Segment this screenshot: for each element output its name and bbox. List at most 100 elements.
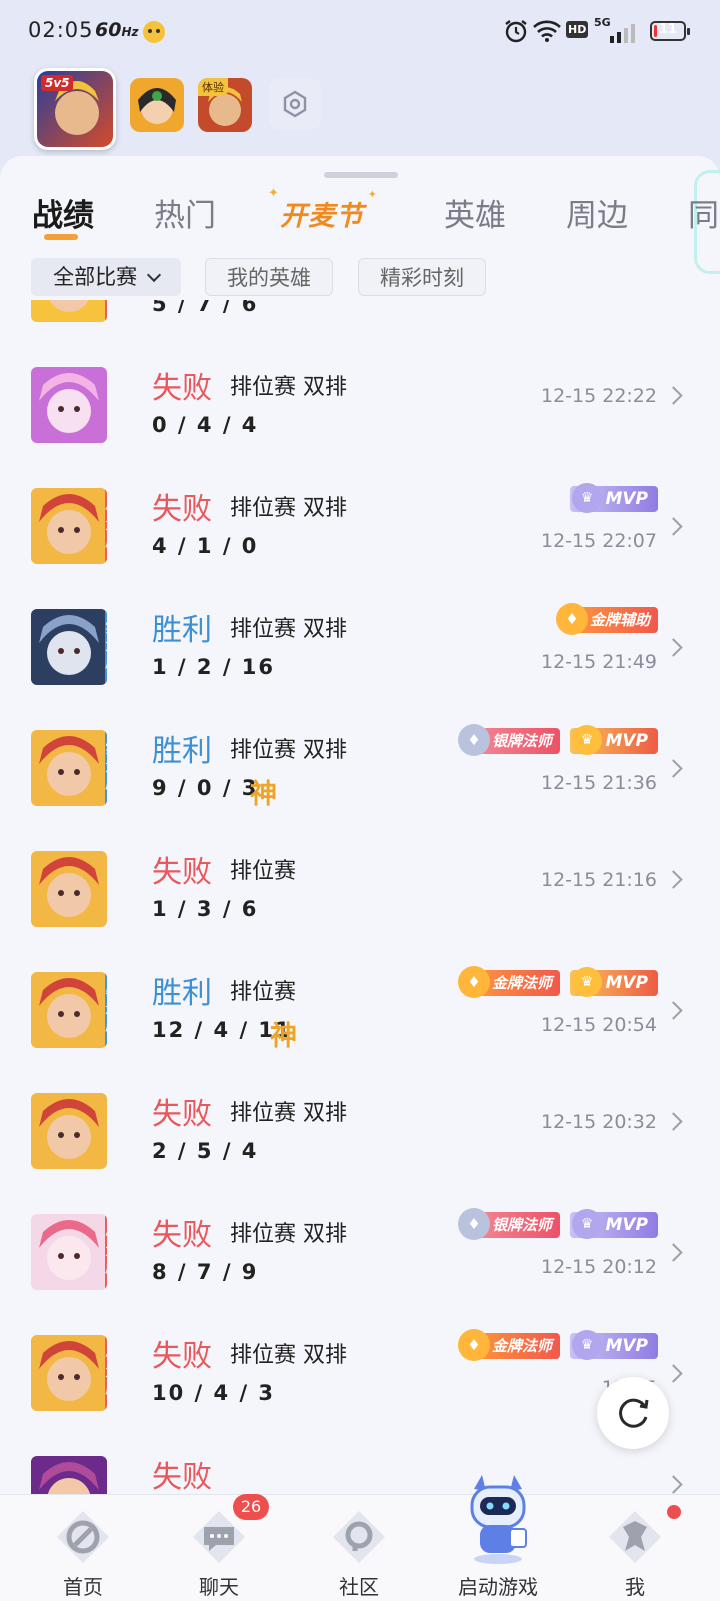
nav-community[interactable]: 社区 xyxy=(289,1495,429,1601)
tab-overflow[interactable]: 同 xyxy=(688,190,719,235)
match-kda: 1 / 2 / 16 xyxy=(152,655,276,679)
match-result: 失败 xyxy=(152,1339,212,1374)
match-row[interactable]: 失败 排位赛 双排 0 / 4 / 4 12-15 22:22 xyxy=(0,355,720,479)
rank-badge: ♦ 银牌法师 xyxy=(457,1208,560,1240)
game-app-icon-trial[interactable]: 体验 xyxy=(198,78,252,132)
tab-nearby[interactable]: 周边 xyxy=(566,190,628,235)
rank-badge-label: 银牌法师 xyxy=(491,732,552,750)
match-row[interactable]: 失败 xyxy=(0,1444,720,1500)
mvp-medal-icon: ♛ xyxy=(572,1330,602,1360)
match-result: 胜利 xyxy=(152,976,212,1011)
tab-bar: 战绩 热门 开麦节 英雄 周边 同 xyxy=(0,184,720,244)
mvp-badge: ♛ MVP xyxy=(570,1330,658,1360)
bottom-nav: 首页 聊天 社区 启动游戏 我 xyxy=(0,1475,720,1601)
rank-badge: ♦ 金牌法师 xyxy=(457,966,560,998)
nav-launch-game-label: 启动游戏 xyxy=(458,1575,538,1599)
home-icon xyxy=(53,1507,113,1567)
match-tag: 尽力局 xyxy=(105,1214,107,1290)
match-row[interactable]: 失败 排位赛 双排 2 / 5 / 4 12-15 20:32 xyxy=(0,1081,720,1205)
chevron-right-icon xyxy=(664,870,683,889)
nav-chat-label: 聊天 xyxy=(199,1575,239,1599)
match-row[interactable]: 尽力局 失败排位赛 双排 8 / 7 / 9 12-15 20:12 ♦银牌法师 ♛MV… xyxy=(0,1202,720,1326)
game-app-icon-2[interactable] xyxy=(130,78,184,132)
mascot-icon xyxy=(142,20,166,48)
mvp-badge: ♛ MVP xyxy=(570,967,658,997)
hero-avatar: 实力局 xyxy=(31,609,107,685)
rank-badge-label: 银牌法师 xyxy=(491,1216,552,1234)
rank-badge-label: 金牌法师 xyxy=(491,974,552,992)
honor-of-kings-app-icon[interactable]: 5v5 xyxy=(34,68,116,150)
rank-badge: ♦ 金牌辅助 xyxy=(555,603,658,635)
tab-hot[interactable]: 热门 xyxy=(154,190,216,235)
rank-badge-label: 金牌法师 xyxy=(491,1337,552,1355)
chevron-right-icon xyxy=(664,759,683,778)
rank-badge: ♦ 银牌法师 xyxy=(457,724,560,756)
hero-avatar: 实力局 xyxy=(31,730,107,806)
match-tag: 尽力局 xyxy=(105,1335,107,1411)
chevron-right-icon xyxy=(664,1475,683,1494)
mvp-label: MVP xyxy=(605,1215,648,1235)
app-badge-5v5: 5v5 xyxy=(45,76,70,90)
chat-unread-badge: 26 xyxy=(233,1494,269,1520)
medal-icon: ♦ xyxy=(457,1329,490,1361)
hd-icon: HD xyxy=(566,21,589,38)
mvp-label: MVP xyxy=(605,731,648,751)
rank-badge-label: 金牌辅助 xyxy=(589,611,650,629)
filter-all-matches-label: 全部比赛 xyxy=(53,265,138,289)
refresh-icon xyxy=(619,1398,649,1428)
match-tag: 局 xyxy=(105,300,107,322)
tab-mic-festival[interactable]: 开麦节 xyxy=(268,186,378,233)
sheet-drag-handle[interactable] xyxy=(324,172,398,178)
match-kda: 2 / 5 / 4 xyxy=(152,1139,259,1163)
tab-heroes[interactable]: 英雄 xyxy=(444,190,506,235)
match-row[interactable]: 局 5 / 7 / 6 xyxy=(0,300,720,358)
nav-community-label: 社区 xyxy=(339,1575,379,1599)
status-bar: 02:05 60Hz HD 5G 11 xyxy=(0,0,720,64)
match-row[interactable]: 实力局 胜利排位赛 双排 1 / 2 / 16 12-15 21:49 ♦金牌辅助 xyxy=(0,597,720,721)
match-tag: 尽力局 xyxy=(105,488,107,564)
nav-me[interactable]: 我 xyxy=(565,1495,705,1601)
tab-record[interactable]: 战绩 xyxy=(32,190,94,235)
medal-icon: ♦ xyxy=(457,966,490,998)
match-result: 失败 xyxy=(152,371,212,406)
community-icon xyxy=(329,1507,389,1567)
match-tag: 实力局 xyxy=(105,730,107,806)
rank-badge: ♦ 金牌法师 xyxy=(457,1329,560,1361)
mvp-medal-icon: ♛ xyxy=(572,725,602,755)
match-result: 失败 xyxy=(152,855,212,890)
match-result: 失败 xyxy=(152,492,212,527)
hero-avatar: 暴走局 xyxy=(31,972,107,1048)
chevron-down-icon xyxy=(146,267,161,283)
refresh-button[interactable] xyxy=(597,1377,669,1449)
filter-my-heroes[interactable]: 我的英雄 xyxy=(205,258,333,296)
refresh-rate: 60Hz xyxy=(95,19,138,41)
match-time: 12-15 22:07 xyxy=(540,530,657,552)
battery-level: 11 xyxy=(658,22,678,37)
mvp-badge: ♛ MVP xyxy=(570,483,658,513)
match-time: 12-15 21:49 xyxy=(540,651,657,673)
medal-icon: ♦ xyxy=(555,603,588,635)
hero-avatar: 局 xyxy=(31,300,107,322)
more-apps-button[interactable] xyxy=(269,78,321,130)
match-mode: 排位赛 双排 xyxy=(230,1222,347,1247)
hero-avatar xyxy=(31,851,107,927)
match-row[interactable]: 失败 排位赛 1 / 3 / 6 12-15 21:16 xyxy=(0,839,720,963)
chevron-right-icon xyxy=(664,386,683,405)
nav-home[interactable]: 首页 xyxy=(13,1495,153,1601)
hero-avatar: 尽力局 xyxy=(31,1335,107,1411)
medal-icon: ♦ xyxy=(457,724,490,756)
mvp-medal-icon: ♛ xyxy=(572,1209,602,1239)
match-mode: 排位赛 xyxy=(230,859,297,884)
match-row[interactable]: 暴走局 胜利排位赛12 / 4 / 11神12-15 20:54♦金牌法师♛MV… xyxy=(0,960,720,1084)
nav-launch-game[interactable]: 启动游戏 xyxy=(428,1475,568,1601)
match-result: 胜利 xyxy=(152,613,212,648)
profile-icon xyxy=(605,1507,665,1567)
match-mode: 排位赛 双排 xyxy=(230,1101,347,1126)
match-kda: 1 / 3 / 6 xyxy=(152,897,259,921)
filter-highlights[interactable]: 精彩时刻 xyxy=(358,258,486,296)
match-row[interactable]: 实力局 胜利排位赛 双排 9 / 0 / 3神 12-15 21:36 ♦银牌法师 ♛M… xyxy=(0,718,720,842)
match-row[interactable]: 尽力局 失败排位赛 双排 4 / 1 / 0 12-15 22:07 ♛MVP xyxy=(0,476,720,600)
chevron-right-icon xyxy=(664,1243,683,1262)
filter-all-matches[interactable]: 全部比赛 xyxy=(31,258,181,296)
trial-badge: 体验 xyxy=(198,78,228,96)
